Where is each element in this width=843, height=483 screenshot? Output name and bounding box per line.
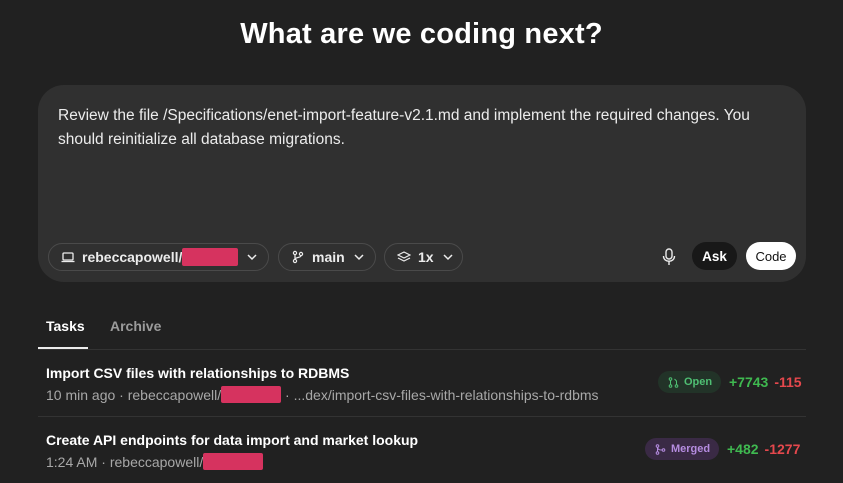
tab-tasks[interactable]: Tasks — [46, 318, 85, 334]
task-branch: ...dex/import-csv-files-with-relationshi… — [293, 387, 599, 403]
branch-icon — [291, 250, 305, 264]
chevron-down-icon — [442, 251, 454, 263]
task-time: 1:24 AM — [46, 454, 98, 470]
active-tab-indicator — [38, 347, 88, 349]
deletions-count: -1277 — [764, 441, 801, 457]
task-meta: 1:24 AM · rebeccapowell/ — [46, 453, 264, 471]
laptop-icon — [61, 250, 75, 264]
additions-count: +7743 — [729, 374, 769, 390]
task-row[interactable]: Import CSV files with relationships to R… — [38, 350, 806, 417]
redacted-repo-name — [221, 386, 282, 404]
task-row[interactable]: Create API endpoints for data import and… — [38, 417, 806, 483]
task-tabs: Tasks Archive — [38, 312, 806, 350]
merge-icon — [655, 443, 666, 455]
status-badge: Open — [658, 371, 722, 393]
branch-label: main — [312, 249, 345, 265]
task-time: 10 min ago — [46, 387, 116, 403]
code-button[interactable]: Code — [746, 242, 796, 270]
diff-stats: +482 -1277 — [727, 441, 800, 457]
task-title: Import CSV files with relationships to R… — [46, 365, 350, 381]
versions-selector[interactable]: 1x — [384, 243, 463, 271]
repo-selector[interactable]: rebeccapowell/ — [48, 243, 269, 271]
additions-count: +482 — [727, 441, 759, 457]
prompt-composer: Review the file /Specifications/enet-imp… — [38, 85, 806, 282]
task-title: Create API endpoints for data import and… — [46, 432, 419, 448]
versions-label: 1x — [418, 249, 434, 265]
task-meta: 10 min ago · rebeccapowell/ · ...dex/imp… — [46, 386, 599, 404]
task-repo: rebeccapowell/ — [109, 454, 204, 470]
layers-icon — [397, 250, 411, 264]
deletions-count: -115 — [774, 374, 802, 390]
page-title: What are we coding next? — [240, 18, 603, 50]
chevron-down-icon — [353, 251, 365, 263]
chevron-down-icon — [246, 251, 258, 263]
status-badge: Merged — [645, 438, 720, 460]
redacted-repo-name — [182, 248, 238, 266]
microphone-icon[interactable] — [658, 245, 680, 269]
diff-stats: +7743 -115 — [729, 374, 802, 390]
ask-button[interactable]: Ask — [692, 242, 737, 270]
prompt-input[interactable]: Review the file /Specifications/enet-imp… — [58, 104, 788, 152]
tab-archive[interactable]: Archive — [110, 318, 161, 334]
task-repo: rebeccapowell/ — [127, 387, 222, 403]
redacted-repo-name — [203, 453, 264, 471]
repo-label: rebeccapowell/ — [82, 249, 183, 265]
pull-request-icon — [668, 376, 679, 388]
branch-selector[interactable]: main — [278, 243, 376, 271]
